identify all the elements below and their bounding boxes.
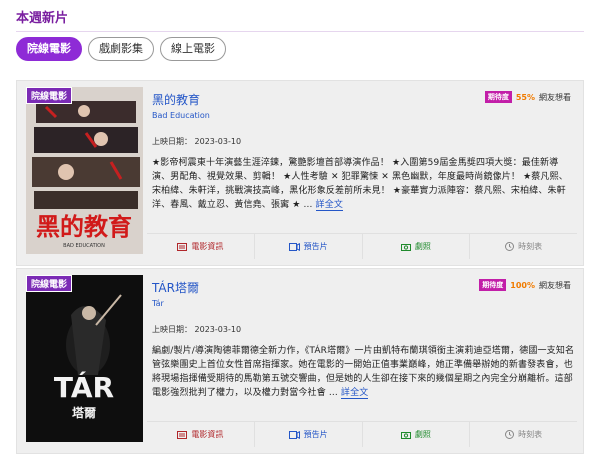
movie-card: 院線電影 黑的教育 BAD EDUCATION 黑的教育 Bad Educati… [16,80,584,266]
movie-poster[interactable]: 院線電影 TÁR 塔爾 [26,275,143,442]
release-date: 上映日期： 2023-03-10 [152,325,242,334]
poster-art: TÁR 塔爾 [26,275,143,442]
trailer-label: 預告片 [303,430,328,439]
read-more-link[interactable]: 詳全文 [315,200,343,211]
video-icon [288,430,300,439]
rating-badge: 期待度 [479,279,507,291]
expectation-rating: 期待度 100% 網友想看 [479,279,571,291]
movie-english-title: Tár [152,299,164,308]
camera-icon [400,431,411,439]
movie-title-link[interactable]: TÁR塔爾 [152,279,199,296]
movie-info-button[interactable]: 電影資訊 [147,422,255,447]
trailer-button[interactable]: 預告片 [255,422,363,447]
movie-info-label: 電影資訊 [191,242,224,251]
description-text: ★影帝柯震東十年演藝生涯淬鍊，驚艷影壇首部導演作品！ ★入圍第59屆金馬獎四項大… [152,158,568,210]
rating-value: 100% [510,280,535,290]
tab-online-movies[interactable]: 線上電影 [160,37,226,61]
info-card-icon [177,430,188,439]
poster-subtitle-text: 塔爾 [72,405,96,420]
rating-value: 55% [515,92,535,102]
movie-info-button[interactable]: 電影資訊 [147,234,255,259]
movie-content: TÁR塔爾 Tár 期待度 100% 網友想看 上映日期： 2023-03-10… [152,277,575,419]
movie-english-title: Bad Education [152,111,210,120]
title-divider [16,31,584,32]
movie-actions: 電影資訊 預告片 劇照 時刻表 [147,421,577,447]
movie-card: 院線電影 TÁR 塔爾 TÁR塔爾 Tár 期待度 100% 網友想看 上映日期… [16,268,584,454]
movie-title-link[interactable]: 黑的教育 [152,91,200,108]
movie-info-label: 電影資訊 [191,430,224,439]
category-tabs: 院線電影 戲劇影集 線上電影 [16,37,226,61]
clock-icon [505,430,515,439]
stills-label: 劇照 [414,430,431,439]
tab-theater-movies[interactable]: 院線電影 [16,37,82,61]
expectation-rating: 期待度 55% 網友想看 [484,91,571,103]
poster-badge: 院線電影 [26,87,73,104]
release-date: 上映日期： 2023-03-10 [152,137,242,146]
movie-description: 編劇/製片/導演陶德菲爾德全新力作，《TÁR塔爾》一片由凱特布蘭琪領銜主演莉迪亞… [152,344,575,400]
movie-poster[interactable]: 院線電影 黑的教育 BAD EDUCATION [26,87,143,254]
camera-icon [400,243,411,251]
stills-label: 劇照 [414,242,431,251]
poster-title-text: TÁR [54,370,114,404]
poster-art: 黑的教育 BAD EDUCATION [26,87,143,254]
poster-subtitle-text: BAD EDUCATION [63,243,105,249]
tab-drama-series[interactable]: 戲劇影集 [88,37,154,61]
rating-badge: 期待度 [484,91,512,103]
page-title: 本週新片 [16,11,69,26]
showtimes-label: 時刻表 [518,242,543,251]
poster-badge: 院線電影 [26,275,73,292]
rating-suffix: 網友想看 [539,280,571,290]
rating-suffix: 網友想看 [539,92,571,102]
showtimes-button[interactable]: 時刻表 [470,422,577,447]
showtimes-button[interactable]: 時刻表 [470,234,577,259]
read-more-link[interactable]: 詳全文 [340,388,369,399]
movie-actions: 電影資訊 預告片 劇照 時刻表 [147,233,577,259]
movie-description: ★影帝柯震東十年演藝生涯淬鍊，驚艷影壇首部導演作品！ ★入圍第59屆金馬獎四項大… [152,156,575,212]
poster-title-text: 黑的教育 [36,213,132,241]
showtimes-label: 時刻表 [518,430,543,439]
video-icon [288,242,300,251]
trailer-button[interactable]: 預告片 [255,234,363,259]
clock-icon [505,242,515,251]
stills-button[interactable]: 劇照 [363,422,471,447]
info-card-icon [177,242,188,251]
trailer-label: 預告片 [303,242,328,251]
movie-content: 黑的教育 Bad Education 期待度 55% 網友想看 上映日期： 20… [152,89,575,231]
stills-button[interactable]: 劇照 [363,234,471,259]
